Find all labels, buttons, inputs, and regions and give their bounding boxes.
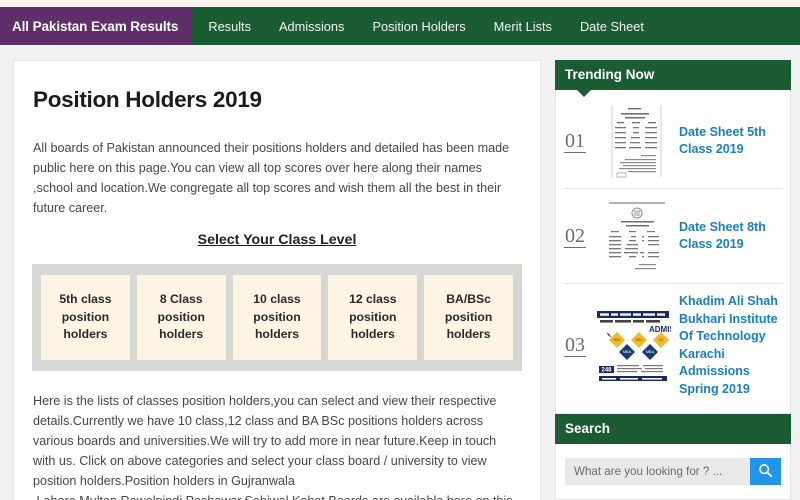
- nav-links: Results Admissions Position Holders Meri…: [191, 7, 658, 45]
- trending-now-title: Trending Now: [565, 67, 655, 82]
- trending-now-header: Trending Now: [555, 60, 791, 97]
- admissions-poster-thumbnail[interactable]: ADMISS BBA BBA BS MBA MBA: [595, 307, 671, 384]
- trending-item-title[interactable]: Date Sheet 8th Class 2019: [679, 219, 782, 254]
- site-brand[interactable]: All Pakistan Exam Results: [0, 7, 192, 45]
- main-column: Position Holders 2019 All boards of Paki…: [13, 60, 541, 500]
- page-body: Position Holders 2019 All boards of Paki…: [0, 45, 800, 500]
- trending-item-1[interactable]: 01 Date Sheet 5th Class 2019: [564, 94, 782, 189]
- svg-text:248: 248: [601, 367, 612, 373]
- svg-text:MBA: MBA: [646, 350, 655, 354]
- trending-item-3[interactable]: 03 ADMI BBA BBA BS MBA MBA 248 Khadim Al…: [564, 284, 782, 407]
- search-row: [565, 458, 781, 485]
- header-notch: [577, 90, 591, 97]
- main-navigation: All Pakistan Exam Results Results Admiss…: [0, 7, 800, 45]
- svg-text:BS: BS: [659, 338, 664, 342]
- datesheet-document-thumbnail[interactable]: [595, 198, 671, 274]
- nav-item-merit-lists[interactable]: Merit Lists: [480, 7, 566, 45]
- select-class-level-heading: Select Your Class Level: [197, 232, 357, 248]
- svg-text:BBA: BBA: [636, 338, 644, 342]
- trending-rank: 03: [564, 334, 586, 357]
- level-option-12-class[interactable]: 12 class position holders: [328, 275, 418, 360]
- trending-rank: 02: [564, 224, 586, 248]
- trending-rank: 01: [564, 129, 586, 153]
- class-level-options: 5th class position holders 8 Class posit…: [32, 264, 522, 371]
- svg-text:MBA: MBA: [623, 350, 632, 354]
- search-icon: [758, 463, 773, 481]
- trending-item-2[interactable]: 02 Date Sheet 8th Class 2019: [564, 189, 782, 284]
- trending-now-widget: Trending Now 01 Date Sheet 5th Class 201…: [555, 60, 791, 414]
- search-body: [555, 444, 791, 500]
- search-title: Search: [565, 421, 611, 436]
- search-button[interactable]: [750, 458, 781, 485]
- trending-now-list: 01 Date Sheet 5th Class 2019 02 Date She…: [555, 90, 791, 414]
- top-strip: [0, 0, 800, 7]
- svg-text:ADMISS: ADMISS: [649, 325, 671, 334]
- svg-text:BBA: BBA: [614, 338, 622, 342]
- datesheet-document-thumbnail[interactable]: [595, 103, 671, 179]
- article-card: Position Holders 2019 All boards of Paki…: [13, 60, 541, 500]
- nav-item-admissions[interactable]: Admissions: [265, 7, 358, 45]
- intro-paragraph: All boards of Pakistan announced their p…: [33, 141, 510, 215]
- sidebar: Trending Now 01 Date Sheet 5th Class 201…: [555, 60, 791, 500]
- nav-item-results[interactable]: Results: [191, 7, 265, 45]
- level-option-10-class[interactable]: 10 class position holders: [232, 275, 322, 360]
- level-option-ba-bsc[interactable]: BA/BSc position holders: [424, 275, 513, 360]
- page-title: Position Holders 2019: [33, 87, 262, 112]
- nav-item-date-sheet[interactable]: Date Sheet: [566, 7, 658, 45]
- search-widget: Search: [555, 414, 791, 500]
- trending-item-title[interactable]: Date Sheet 5th Class 2019: [679, 124, 782, 159]
- nav-item-position-holders[interactable]: Position Holders: [358, 7, 479, 45]
- level-option-8-class[interactable]: 8 Class position holders: [136, 275, 226, 360]
- level-option-5th-class[interactable]: 5th class position holders: [41, 275, 130, 360]
- trending-item-title[interactable]: Khadim Ali Shah Bukhari Institute Of Tec…: [679, 293, 782, 398]
- search-input[interactable]: [565, 458, 750, 485]
- body-paragraph: Here is the lists of classes position ho…: [33, 393, 513, 500]
- search-header: Search: [555, 414, 791, 444]
